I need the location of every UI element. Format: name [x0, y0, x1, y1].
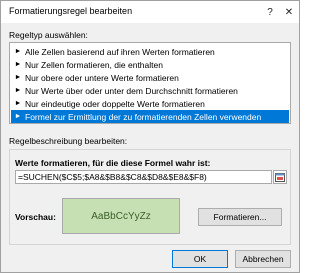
rule-type-item-label: Nur Werte über oder unter dem Durchschni… — [25, 85, 238, 96]
format-preview: AaBbCcYyZz — [62, 198, 180, 234]
rule-type-item-label: Nur eindeutige oder doppelte Werte forma… — [25, 98, 205, 109]
close-button[interactable]: ✕ — [280, 3, 298, 21]
rule-type-label: Regeltyp auswählen: — [9, 30, 88, 40]
rule-type-item-top-bottom[interactable]: ► Nur obere oder untere Werte formatiere… — [11, 71, 289, 84]
arrow-right-icon: ► — [14, 74, 22, 81]
preview-label: Vorschau: — [15, 212, 56, 222]
formula-heading: Werte formatieren, für die diese Formel … — [15, 158, 211, 168]
window-title: Formatierungsregel bearbeiten — [9, 6, 133, 16]
dialog-window: Formatierungsregel bearbeiten ? ✕ Regelt… — [0, 0, 300, 273]
rule-description-label: Regelbeschreibung bearbeiten: — [9, 136, 128, 146]
rule-type-item-formula[interactable]: ► Formel zur Ermittlung der zu formatier… — [11, 110, 289, 123]
rule-type-item-average[interactable]: ► Nur Werte über oder unter dem Durchsch… — [11, 84, 289, 97]
help-button[interactable]: ? — [261, 3, 279, 21]
format-button[interactable]: Formatieren... — [198, 208, 282, 226]
rule-type-item-label: Alle Zellen basierend auf ihren Werten f… — [25, 46, 215, 57]
arrow-right-icon: ► — [14, 61, 22, 68]
rule-type-list[interactable]: ► Alle Zellen basierend auf ihren Werten… — [9, 42, 291, 124]
arrow-right-icon: ► — [14, 113, 22, 120]
arrow-right-icon: ► — [14, 87, 22, 94]
arrow-right-icon: ► — [14, 48, 22, 55]
rule-type-item-all-cells[interactable]: ► Alle Zellen basierend auf ihren Werten… — [11, 45, 289, 58]
ok-button[interactable]: OK — [172, 250, 228, 268]
collapse-dialog-icon — [275, 172, 285, 182]
title-bar: Formatierungsregel bearbeiten ? ✕ — [1, 1, 299, 23]
rule-type-item-unique-duplicate[interactable]: ► Nur eindeutige oder doppelte Werte for… — [11, 97, 289, 110]
rule-type-item-label: Nur Zellen formatieren, die enthalten — [25, 59, 163, 70]
formula-input[interactable]: =SUCHEN($C$5;$A8&$B8&$C8&$D8&$E8&$F8) — [15, 170, 272, 184]
rule-type-item-label: Formel zur Ermittlung der zu formatieren… — [25, 111, 262, 122]
rule-description-panel: Werte formatieren, für die diese Formel … — [9, 149, 291, 245]
cancel-button[interactable]: Abbrechen — [235, 250, 291, 268]
rule-type-item-contains[interactable]: ► Nur Zellen formatieren, die enthalten — [11, 58, 289, 71]
rule-type-item-label: Nur obere oder untere Werte formatieren — [25, 72, 179, 83]
arrow-right-icon: ► — [14, 100, 22, 107]
collapse-dialog-button[interactable] — [273, 170, 287, 184]
